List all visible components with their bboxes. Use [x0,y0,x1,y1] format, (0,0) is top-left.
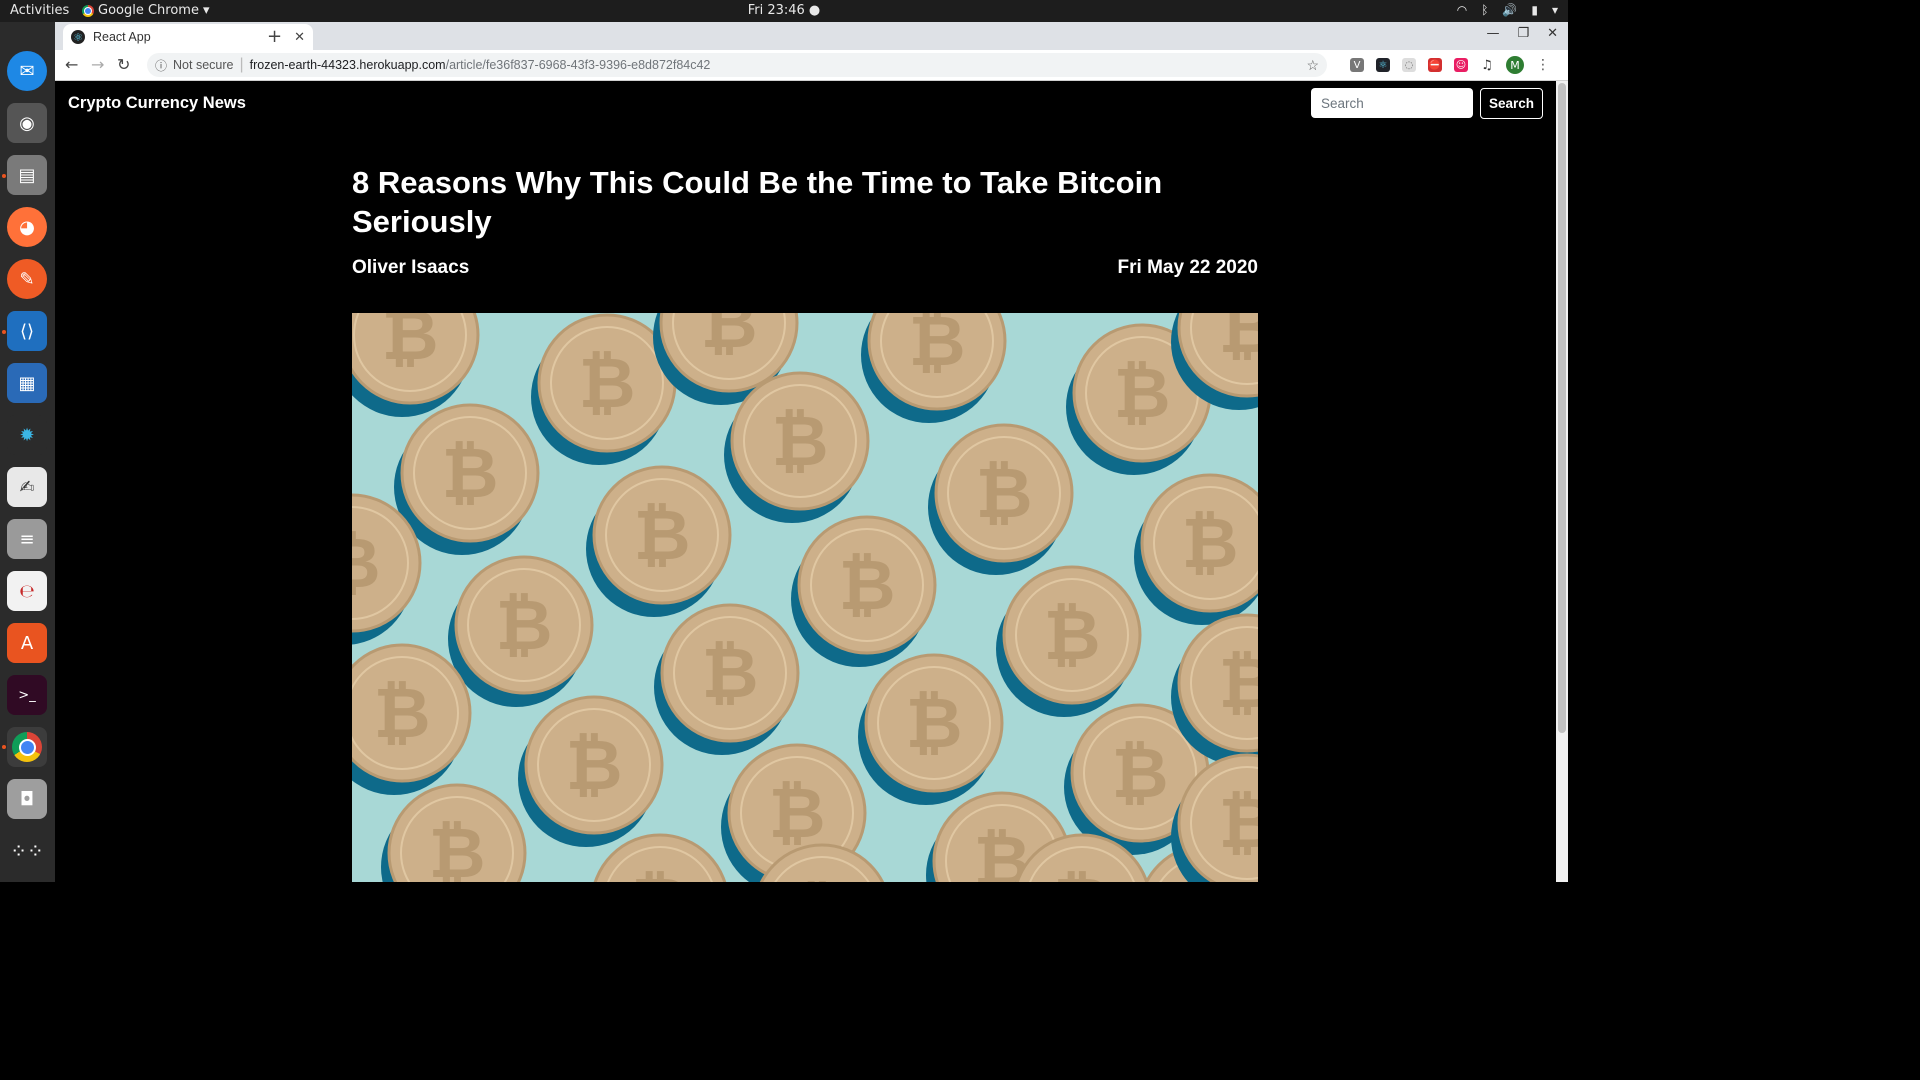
article-title: 8 Reasons Why This Could Be the Time to … [352,165,1163,239]
dock: ✉ ◉ ▤ ◕ ✎ ⟨⟩ ▦ ✹ ✍ ≡ ℮ A >_ ◘ ⁘⁘ [0,22,56,882]
extension-icon[interactable]: ☺ [1454,58,1468,72]
restore-icon[interactable]: ❐ [1517,26,1529,41]
reload-icon[interactable]: ↻ [117,55,130,74]
bitcoin-symbol: ₿ [1111,732,1168,814]
scrollbar-thumb[interactable] [1558,83,1566,733]
forward-icon[interactable]: → [91,55,104,74]
bitcoin-symbol: ₿ [838,544,895,626]
bitcoin-symbol: ₿ [1218,782,1258,864]
tab-title: React App [93,30,151,44]
bitcoin-symbol: ₿ [1113,352,1170,434]
bitcoin-symbol: ₿ [1218,642,1258,724]
search-input[interactable] [1311,88,1473,118]
vscode-icon[interactable]: ⟨⟩ [7,311,47,351]
firefox-icon[interactable]: ◕ [7,207,47,247]
article-date: Fri May 22 2020 [1117,257,1258,278]
new-tab-button[interactable]: + [267,26,282,47]
bitcoin-symbol: ₿ [768,772,825,854]
extensions-area: V ⚛ ◌ ⛔ ☺ ♫ M ⋮ [1350,56,1550,74]
adblock-icon[interactable]: ⛔ [1428,58,1442,72]
bitcoin-symbol: ₿ [975,452,1032,534]
bitcoin-symbol: ₿ [381,313,438,376]
rhythmbox-icon[interactable]: ◉ [7,103,47,143]
vue-devtools-icon[interactable]: V [1350,58,1364,72]
writer-icon[interactable]: ▦ [7,363,47,403]
battery-icon: ▮ [1531,3,1538,17]
bitcoin-symbol: ₿ [908,313,965,382]
bluetooth-icon: ᛒ [1481,3,1489,17]
clock-text: Fri 23:46 [747,3,805,18]
chrome-logo [12,732,42,762]
window-controls: — ❐ ✕ [1486,26,1558,41]
url-host: frozen-earth-44323.herokuapp.com [249,58,446,72]
files-icon[interactable]: ▤ [7,155,47,195]
bitcoin-symbol: ₿ [495,584,552,666]
bitcoin-symbol: ₿ [771,400,828,482]
bitcoin-symbol: ₿ [373,672,430,754]
article-author: Oliver Isaacs [352,257,470,278]
bitcoin-symbol: ₿ [1053,862,1110,882]
system-tray[interactable]: ◠ ᛒ 🔊 ▮ ▾ [1457,3,1558,17]
bitcoin-symbol: ₿ [565,724,622,806]
bookmark-star-icon[interactable]: ☆ [1306,57,1319,74]
postman-icon[interactable]: ✎ [7,259,47,299]
chevron-down-icon: ▾ [1551,3,1558,17]
browser-toolbar: ← → ↻ ⓘ Not secure | frozen-earth-44323.… [55,50,1568,81]
bitcoin-symbol: ₿ [428,812,485,882]
system-top-bar: Activities Google Chrome ▾ Fri 23:46 ● ◠… [0,0,1568,22]
kstars-icon[interactable]: ✹ [7,415,47,455]
thunderbird-icon[interactable]: ✉ [7,51,47,91]
address-bar[interactable]: ⓘ Not secure | frozen-earth-44323.heroku… [147,53,1327,77]
show-apps-icon[interactable]: ⁘⁘ [7,831,47,871]
volume-icon: 🔊 [1502,3,1518,17]
bitcoin-symbol: ₿ [578,342,635,424]
bitcoin-symbol: ₿ [441,432,498,514]
running-indicator [2,174,6,178]
divider: | [239,56,244,73]
react-icon: ⚛ [71,30,85,44]
bitcoin-symbol: ₿ [1043,594,1100,676]
close-icon[interactable]: ✕ [1547,26,1558,41]
evince-icon[interactable]: ℮ [7,571,47,611]
bitcoin-symbol: ₿ [700,313,757,364]
running-indicator [2,745,6,749]
media-controls-icon[interactable]: ♫ [1480,58,1494,73]
software-center-icon[interactable]: A [7,623,47,663]
article-hero-image: ₿₿₿₿₿₿₿₿₿₿₿₿₿₿₿₿₿₿₿₿₿₿₿₿₿₿₿₿₿ [352,313,1258,882]
bitcoin-symbol: ₿ [352,522,381,604]
wifi-icon: ◠ [1456,3,1468,17]
screenshot-icon[interactable]: ◘ [7,779,47,819]
chrome-logo-center [18,738,36,756]
vertical-scrollbar[interactable] [1556,81,1568,882]
bitcoin-symbol: ₿ [905,682,962,764]
running-indicator [2,330,6,334]
site-brand[interactable]: Crypto Currency News [68,94,246,113]
text-editor-icon[interactable]: ✍ [7,467,47,507]
page-content: Crypto Currency News Search 8 Reasons Wh… [55,81,1556,882]
extension-icon[interactable]: ◌ [1402,58,1416,72]
security-label: Not secure [173,58,234,72]
clock[interactable]: Fri 23:46 ● [0,3,1568,18]
bitcoin-symbol: ₿ [633,494,690,576]
bitcoin-coins-illustration: ₿₿₿₿₿₿₿₿₿₿₿₿₿₿₿₿₿₿₿₿₿₿₿₿₿₿₿₿₿ [352,313,1258,882]
chrome-icon[interactable] [7,727,47,767]
back-icon[interactable]: ← [65,55,78,74]
bitcoin-symbol: ₿ [1218,313,1258,369]
url-path: /article/fe36f837-6968-43f3-9396-e8d872f… [445,58,711,72]
database-icon[interactable]: ≡ [7,519,47,559]
tab-strip: ⚛ React App ✕ + — ❐ ✕ [55,22,1568,50]
bitcoin-symbol: ₿ [793,872,850,882]
react-devtools-icon[interactable]: ⚛ [1376,58,1390,72]
search-button[interactable]: Search [1480,88,1543,119]
close-icon[interactable]: ✕ [294,30,305,45]
info-icon[interactable]: ⓘ [155,57,167,74]
terminal-icon[interactable]: >_ [7,675,47,715]
bitcoin-symbol: ₿ [1181,502,1238,584]
bitcoin-symbol: ₿ [701,632,758,714]
minimize-icon[interactable]: — [1486,26,1499,41]
profile-avatar[interactable]: M [1506,56,1524,74]
menu-kebab-icon[interactable]: ⋮ [1536,57,1550,73]
bitcoin-symbol: ₿ [631,862,688,882]
